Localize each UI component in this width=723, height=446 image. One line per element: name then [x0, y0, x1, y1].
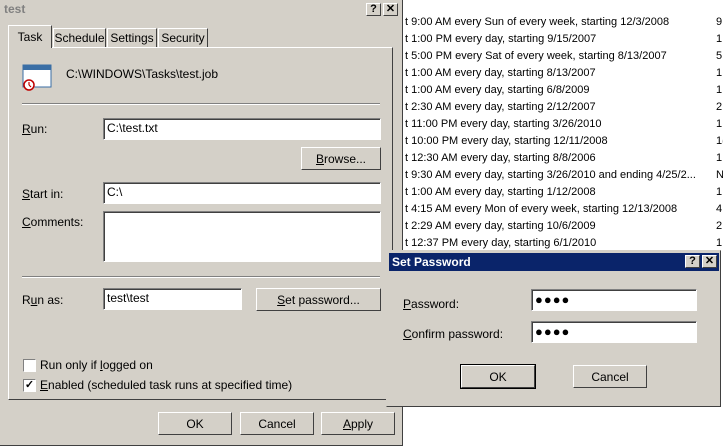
help-button[interactable]: ?	[366, 3, 381, 16]
list-item-column: 1	[716, 84, 723, 96]
list-item-column: 2	[716, 101, 723, 113]
close-button[interactable]: ✕	[383, 3, 398, 16]
tab-task[interactable]: Task	[8, 25, 52, 48]
list-item[interactable]: t 2:30 AM every day, starting 2/12/2007	[405, 99, 596, 116]
tab-schedule[interactable]: Schedule	[53, 28, 106, 47]
run-as-input[interactable]: test\test	[103, 288, 242, 310]
list-item-column: N	[716, 169, 723, 181]
list-item[interactable]: t 1:00 PM every day, starting 9/15/2007	[405, 31, 596, 48]
confirm-password-input[interactable]: ●●●●	[531, 321, 697, 343]
list-item[interactable]: t 10:00 PM every day, starting 12/11/200…	[405, 133, 608, 150]
list-item-column: 1	[716, 33, 723, 45]
list-item-column: 1:	[716, 152, 723, 164]
run-only-logged-on-checkbox[interactable]	[23, 359, 36, 372]
close-button[interactable]: ✕	[702, 255, 717, 268]
apply-button[interactable]: Apply	[321, 412, 395, 435]
tab-settings[interactable]: Settings	[107, 28, 157, 47]
list-item-column: 5	[716, 50, 723, 62]
list-item[interactable]: t 1:00 AM every day, starting 1/12/2008	[405, 184, 596, 201]
set-password-dialog: Set Password ? ✕ Password: ●●●● Confirm …	[386, 250, 721, 407]
confirm-password-label: Confirm password:	[403, 327, 504, 341]
list-item-column: 2	[716, 220, 723, 232]
list-item[interactable]: t 1:00 AM every day, starting 8/13/2007	[405, 65, 596, 82]
cancel-button[interactable]: Cancel	[240, 412, 314, 435]
list-item-column: 1(	[716, 135, 723, 147]
list-item[interactable]: t 11:00 PM every day, starting 3/26/2010	[405, 116, 602, 133]
start-in-label: Start in:	[22, 187, 64, 201]
task-properties-dialog: test ? ✕ Task Schedule Settings Security…	[0, 0, 403, 446]
start-in-input[interactable]: C:\	[103, 182, 381, 204]
task-file-path: C:\WINDOWS\Tasks\test.job	[66, 67, 219, 81]
password-input[interactable]: ●●●●	[531, 289, 697, 311]
tab-security[interactable]: Security	[158, 28, 208, 47]
help-button[interactable]: ?	[685, 255, 700, 268]
list-item-column: 1	[716, 67, 723, 79]
list-item-column: 1	[716, 118, 723, 130]
list-item[interactable]: t 9:00 AM every Sun of every week, start…	[405, 14, 669, 31]
list-item[interactable]: t 1:00 AM every day, starting 6/8/2009	[405, 82, 589, 99]
scheduled-task-icon	[22, 63, 52, 91]
ok-button[interactable]: OK	[460, 364, 536, 389]
run-only-logged-on-label: Run only if logged on	[40, 358, 153, 372]
list-item[interactable]: t 9:30 AM every day, starting 3/26/2010 …	[405, 167, 696, 184]
comments-textarea[interactable]	[103, 211, 381, 262]
separator	[22, 276, 380, 278]
run-label: Run:	[22, 122, 48, 136]
password-label: Password:	[403, 297, 460, 311]
title-bar[interactable]: test ? ✕	[0, 0, 402, 19]
list-item[interactable]: t 5:00 PM every Sat of every week, start…	[405, 48, 667, 65]
list-item-column: 9	[716, 16, 723, 28]
ok-button[interactable]: OK	[158, 412, 232, 435]
run-input[interactable]: C:\test.txt	[103, 118, 381, 140]
list-item-column: 1	[716, 186, 723, 198]
list-item[interactable]: t 12:30 AM every day, starting 8/8/2006	[405, 150, 596, 167]
enabled-checkbox[interactable]: ✓	[23, 379, 36, 392]
enabled-label: Enabled (scheduled task runs at specifie…	[40, 378, 293, 392]
browse-button[interactable]: Browse...	[301, 147, 381, 170]
run-as-label: Run as:	[22, 293, 64, 307]
list-item[interactable]: t 2:29 AM every day, starting 10/6/2009	[405, 218, 596, 235]
comments-label: Comments:	[22, 215, 84, 229]
list-item-column: 4	[716, 203, 723, 215]
cancel-button[interactable]: Cancel	[573, 365, 647, 388]
separator	[22, 103, 380, 105]
list-item[interactable]: t 4:15 AM every Mon of every week, start…	[405, 201, 677, 218]
title-bar[interactable]: Set Password ? ✕	[389, 253, 719, 271]
window-title: test	[4, 2, 26, 16]
dialog-title: Set Password	[392, 255, 471, 269]
set-password-button[interactable]: Set password...	[256, 288, 381, 311]
